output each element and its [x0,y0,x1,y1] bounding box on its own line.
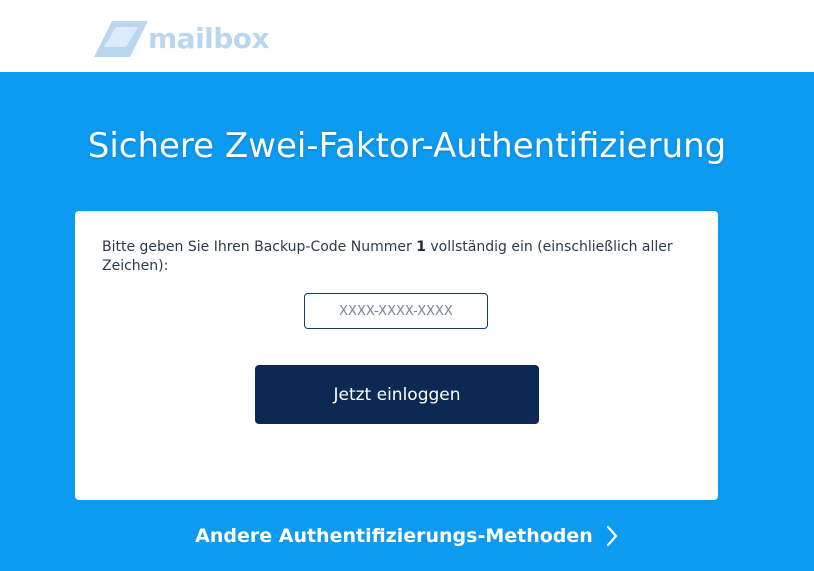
top-header: mailbox [0,0,814,72]
backup-code-card: Bitte geben Sie Ihren Backup-Code Nummer… [75,211,718,500]
login-button[interactable]: Jetzt einloggen [255,365,539,424]
page-title: Sichere Zwei-Faktor-Authentifizierung [87,126,727,166]
backup-code-instructions: Bitte geben Sie Ihren Backup-Code Nummer… [102,238,702,276]
logo-text: mailbox [148,21,270,55]
chevron-right-icon [606,525,617,547]
brand-logo[interactable]: mailbox [86,16,276,60]
backup-code-number: 1 [416,239,426,255]
logo-mark-icon [94,21,148,57]
backup-code-input[interactable] [304,293,488,329]
instruction-text-before: Bitte geben Sie Ihren Backup-Code Nummer [102,239,417,255]
other-auth-methods-link[interactable]: Andere Authentifizierungs-Methoden [0,518,814,554]
other-auth-methods-label: Andere Authentifizierungs-Methoden [195,525,593,547]
